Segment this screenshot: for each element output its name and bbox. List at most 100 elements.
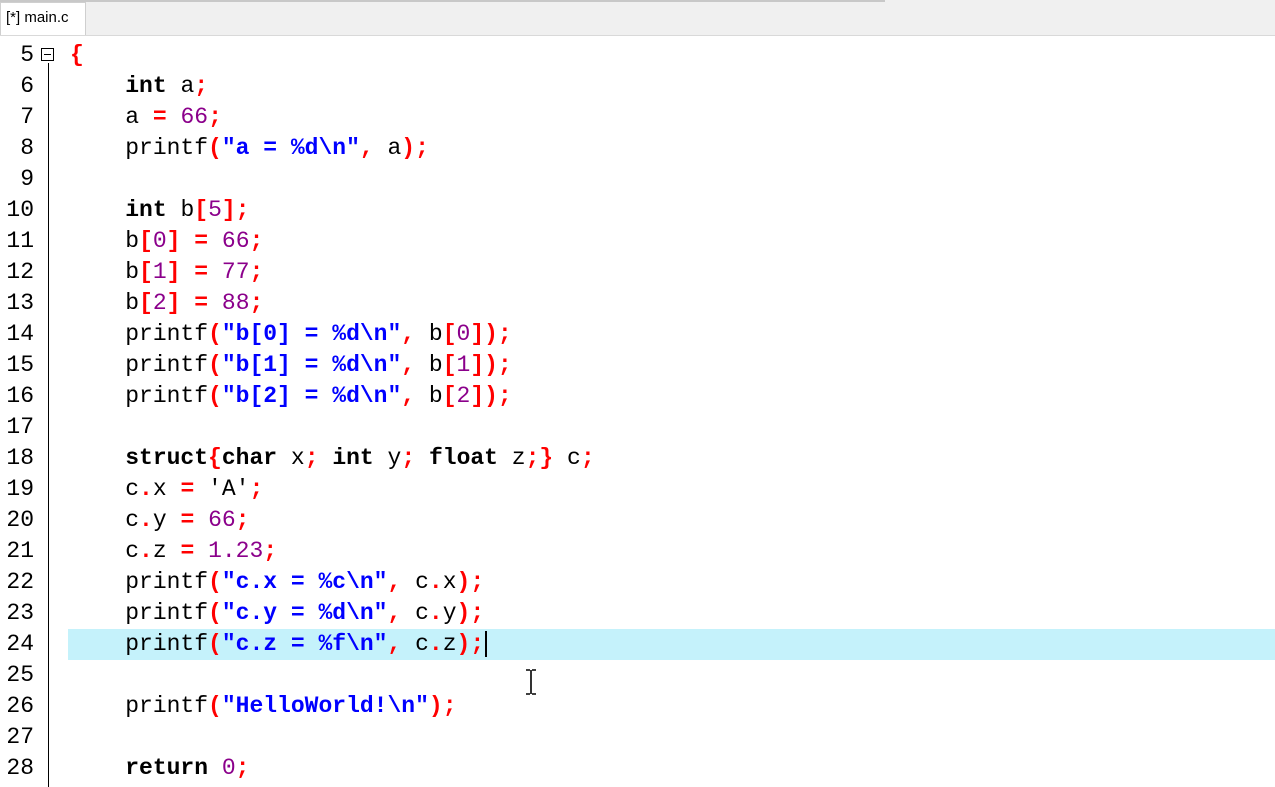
- code-token: x: [152, 476, 181, 502]
- code-token: );: [401, 135, 429, 161]
- code-line[interactable]: 21 c.z = 1.23;: [0, 536, 1275, 567]
- code-line[interactable]: 26 printf("HelloWorld!\n");: [0, 691, 1275, 722]
- code-token: 2: [456, 383, 471, 409]
- code-token: c: [70, 538, 140, 564]
- code-line[interactable]: 14 printf("b[0] = %d\n", b[0]);: [0, 319, 1275, 350]
- collapse-fold-icon[interactable]: [41, 48, 54, 61]
- code-text: b[1] = 77;: [70, 257, 263, 288]
- line-number: 8: [20, 135, 34, 161]
- code-line[interactable]: 20 c.y = 66;: [0, 505, 1275, 536]
- code-token: printf: [70, 693, 209, 719]
- code-line[interactable]: 28 return 0;: [0, 753, 1275, 784]
- code-token: 5: [208, 197, 222, 223]
- code-token: return: [125, 755, 209, 781]
- line-number: 17: [6, 414, 34, 440]
- code-line[interactable]: 11 b[0] = 66;: [0, 226, 1275, 257]
- code-line[interactable]: 17: [0, 412, 1275, 443]
- code-line[interactable]: 18 struct{char x; int y; float z;} c;: [0, 443, 1275, 474]
- code-line[interactable]: 9: [0, 164, 1275, 195]
- code-text: c.x = 'A';: [70, 474, 263, 505]
- code-token: a: [373, 135, 402, 161]
- code-token: b: [415, 383, 443, 409]
- line-number: 19: [6, 476, 34, 502]
- code-token: printf: [70, 631, 209, 657]
- text-cursor-ibeam-icon: [526, 669, 536, 695]
- code-token: c: [401, 600, 429, 626]
- code-editor[interactable]: 5{6 int a; 7 a = 66; 8 printf("a = %d\n", …: [0, 36, 1275, 787]
- code-line[interactable]: 15 printf("b[1] = %d\n", b[1]);: [0, 350, 1275, 381]
- tab-main-c[interactable]: [*] main.c: [0, 2, 86, 35]
- code-token: .: [428, 631, 443, 657]
- line-number: 16: [6, 383, 34, 409]
- tab-bar-top-line: [0, 0, 885, 2]
- code-token: (: [208, 321, 222, 347]
- code-token: ,: [401, 321, 416, 347]
- line-number: 18: [6, 445, 34, 471]
- code-token: c: [70, 507, 140, 533]
- code-line[interactable]: 10 int b[5];: [0, 195, 1275, 226]
- code-token: 2: [152, 290, 167, 316]
- code-line[interactable]: 13 b[2] = 88;: [0, 288, 1275, 319]
- code-lines: 5{6 int a; 7 a = 66; 8 printf("a = %d\n", …: [0, 40, 1275, 784]
- code-line[interactable]: 16 printf("b[2] = %d\n", b[2]);: [0, 381, 1275, 412]
- code-line[interactable]: 25: [0, 660, 1275, 691]
- code-token: [: [442, 352, 457, 378]
- code-token: 0: [456, 321, 471, 347]
- code-line[interactable]: 27: [0, 722, 1275, 753]
- code-token: (: [208, 569, 222, 595]
- code-line[interactable]: 8 printf("a = %d\n", a);: [0, 133, 1275, 164]
- code-token: .: [428, 600, 443, 626]
- code-token: ;: [249, 259, 264, 285]
- line-number: 24: [6, 631, 34, 657]
- code-token: (: [208, 383, 222, 409]
- code-token: (: [208, 600, 222, 626]
- code-token: "b[1] = %d\n": [221, 352, 402, 378]
- code-token: (: [208, 631, 222, 657]
- code-line[interactable]: 19 c.x = 'A';: [0, 474, 1275, 505]
- code-line[interactable]: 6 int a;: [0, 71, 1275, 102]
- code-token: z: [497, 445, 526, 471]
- code-token: ;: [580, 445, 595, 471]
- code-token: ]);: [470, 352, 512, 378]
- code-line[interactable]: 23 printf("c.y = %d\n", c.y);: [0, 598, 1275, 629]
- code-token: 'A': [194, 476, 250, 502]
- code-token: ;: [235, 755, 250, 781]
- text-caret: [485, 630, 488, 657]
- code-token: x: [277, 445, 305, 471]
- code-token: ;: [194, 73, 209, 99]
- code-token: a: [166, 73, 195, 99]
- code-token: 1: [152, 259, 167, 285]
- code-token: a: [70, 104, 153, 130]
- code-token: ];: [221, 197, 250, 223]
- line-number: 15: [6, 352, 34, 378]
- code-token: float: [428, 445, 498, 471]
- code-text: struct{char x; int y; float z;} c;: [70, 443, 595, 474]
- code-text: int a;: [70, 71, 208, 102]
- code-token: ,: [387, 600, 402, 626]
- code-line[interactable]: 7 a = 66;: [0, 102, 1275, 133]
- code-token: =: [194, 290, 209, 316]
- code-token: (: [208, 693, 222, 719]
- code-line[interactable]: 22 printf("c.x = %c\n", c.x);: [0, 567, 1275, 598]
- code-text: a = 66;: [70, 102, 222, 133]
- code-text: return 0;: [70, 753, 249, 784]
- code-token: c: [401, 631, 429, 657]
- line-number: 20: [6, 507, 34, 533]
- code-token: z: [442, 631, 457, 657]
- code-token: b: [70, 259, 140, 285]
- code-token: ;}: [525, 445, 554, 471]
- code-token: int: [125, 73, 167, 99]
- code-token: );: [428, 693, 457, 719]
- code-line[interactable]: 5{: [0, 40, 1275, 71]
- code-line[interactable]: 12 b[1] = 77;: [0, 257, 1275, 288]
- code-token: ]: [166, 290, 181, 316]
- code-line[interactable]: 24 printf("c.z = %f\n", c.z);: [0, 629, 1275, 660]
- code-token: c: [553, 445, 581, 471]
